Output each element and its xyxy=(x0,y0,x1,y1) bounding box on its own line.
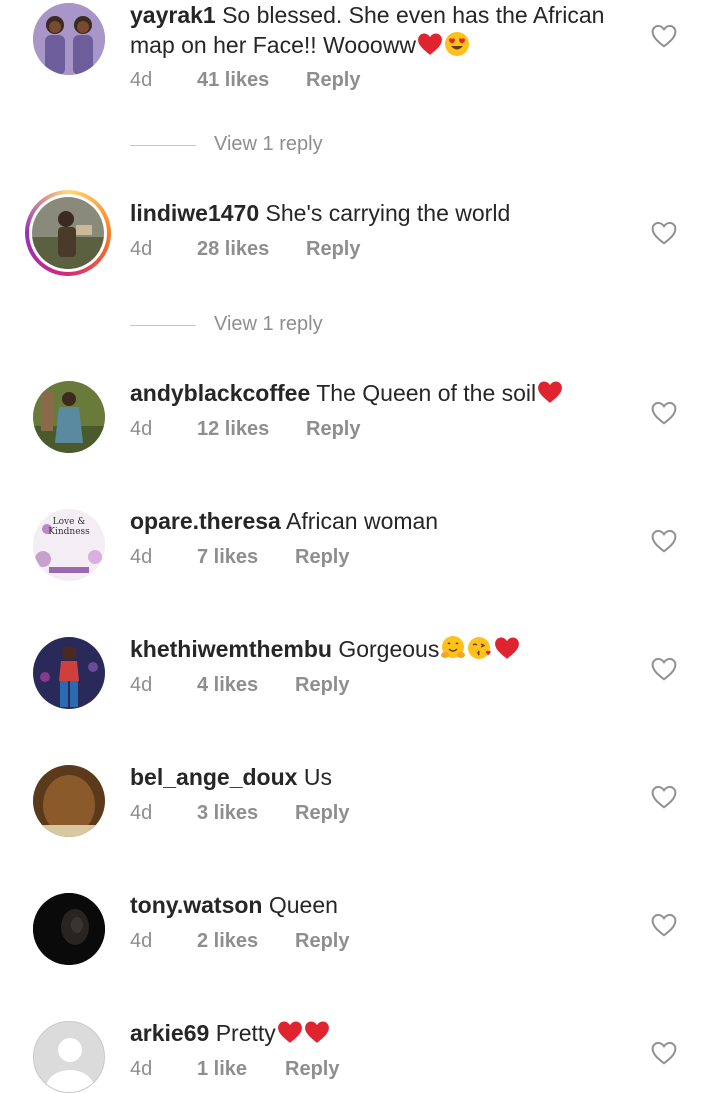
comment-text: Gorgeous xyxy=(338,636,440,662)
comment-likes[interactable]: 3 likes xyxy=(197,802,258,825)
heart-eyes-emoji xyxy=(444,31,470,57)
comment-username[interactable]: arkie69 xyxy=(130,1020,209,1046)
comment-time: 4d xyxy=(130,802,153,824)
red-heart-emoji xyxy=(537,379,563,405)
avatar-photo xyxy=(33,765,105,837)
avatar xyxy=(32,197,104,269)
red-heart-emoji xyxy=(304,1019,330,1045)
reply-button[interactable]: Reply xyxy=(295,802,349,825)
comment-text-block: tony.watson Queen xyxy=(130,890,630,920)
comment-username[interactable]: lindiwe1470 xyxy=(130,200,259,226)
comment-text-block: andyblackcoffee The Queen of the soil xyxy=(130,378,630,408)
like-heart-icon[interactable] xyxy=(651,1041,677,1065)
face-blowing-kiss-emoji xyxy=(467,635,493,661)
comment-username[interactable]: yayrak1 xyxy=(130,2,216,28)
comment-likes[interactable]: 2 likes xyxy=(197,930,258,953)
divider-line xyxy=(130,325,196,326)
like-heart-icon[interactable] xyxy=(651,529,677,553)
comment-text: Pretty xyxy=(215,1020,276,1046)
default-profile-icon xyxy=(34,1022,104,1092)
reply-button[interactable]: Reply xyxy=(295,546,349,569)
avatar[interactable] xyxy=(33,381,105,453)
comment-likes[interactable]: 1 like xyxy=(197,1058,247,1081)
red-heart-emoji xyxy=(494,635,520,661)
divider-line xyxy=(130,145,196,146)
comment-time: 4d xyxy=(130,1058,153,1080)
like-heart-icon[interactable] xyxy=(651,785,677,809)
comment-time: 4d xyxy=(130,674,153,696)
hugging-face-emoji xyxy=(440,635,466,661)
avatar-photo xyxy=(33,3,105,75)
comment-text: The Queen of the soil xyxy=(316,380,537,406)
comment-username[interactable]: bel_ange_doux xyxy=(130,764,297,790)
view-replies-label[interactable]: View 1 reply xyxy=(214,133,323,156)
comment-text: African woman xyxy=(285,508,439,534)
comment-time: 4d xyxy=(130,69,153,91)
comment-username[interactable]: opare.theresa xyxy=(130,508,281,534)
avatar-photo xyxy=(33,637,105,709)
comment-likes[interactable]: 4 likes xyxy=(197,674,258,697)
comment-likes[interactable]: 7 likes xyxy=(197,546,258,569)
red-heart-emoji xyxy=(417,31,443,57)
reply-button[interactable]: Reply xyxy=(285,1058,339,1081)
comment-time: 4d xyxy=(130,418,153,440)
comment-username[interactable]: khethiwemthembu xyxy=(130,636,332,662)
like-heart-icon[interactable] xyxy=(651,913,677,937)
comment-likes[interactable]: 28 likes xyxy=(197,238,269,261)
comment-text-block: khethiwemthembu Gorgeous xyxy=(130,634,630,664)
avatar[interactable] xyxy=(33,3,105,75)
comment-username[interactable]: tony.watson xyxy=(130,892,262,918)
view-replies-label[interactable]: View 1 reply xyxy=(214,313,323,336)
avatar-story-ring[interactable] xyxy=(25,190,111,276)
comment-text-block: yayrak1 So blessed. She even has the Afr… xyxy=(130,0,630,60)
comment-likes[interactable]: 12 likes xyxy=(197,418,269,441)
avatar-caption: Love & Kindness xyxy=(48,517,90,537)
like-heart-icon[interactable] xyxy=(651,401,677,425)
comment-text: She's carrying the world xyxy=(265,200,511,226)
comment-username[interactable]: andyblackcoffee xyxy=(130,380,310,406)
comment-text: Queen xyxy=(268,892,338,918)
avatar-default[interactable] xyxy=(33,1021,105,1093)
avatar[interactable] xyxy=(33,637,105,709)
reply-button[interactable]: Reply xyxy=(306,418,360,441)
comment-time: 4d xyxy=(130,238,153,260)
comment-time: 4d xyxy=(130,546,153,568)
comment-text-block: lindiwe1470 She's carrying the world xyxy=(130,198,630,228)
reply-button[interactable]: Reply xyxy=(306,238,360,261)
like-heart-icon[interactable] xyxy=(651,24,677,48)
comment-time: 4d xyxy=(130,930,153,952)
comment-text-block: opare.theresa African woman xyxy=(130,506,630,536)
avatar[interactable]: Love & Kindness xyxy=(33,509,105,581)
comment-text-block: arkie69 Pretty xyxy=(130,1018,630,1048)
comment-likes[interactable]: 41 likes xyxy=(197,69,269,92)
reply-button[interactable]: Reply xyxy=(306,69,360,92)
avatar-photo xyxy=(33,893,105,965)
avatar[interactable] xyxy=(33,893,105,965)
comment-text: Us xyxy=(303,764,332,790)
avatar-ring-inner xyxy=(29,194,107,272)
red-heart-emoji xyxy=(277,1019,303,1045)
reply-button[interactable]: Reply xyxy=(295,674,349,697)
reply-button[interactable]: Reply xyxy=(295,930,349,953)
avatar-photo xyxy=(33,381,105,453)
like-heart-icon[interactable] xyxy=(651,657,677,681)
like-heart-icon[interactable] xyxy=(651,221,677,245)
comment-text-block: bel_ange_doux Us xyxy=(130,762,630,792)
avatar[interactable] xyxy=(33,765,105,837)
